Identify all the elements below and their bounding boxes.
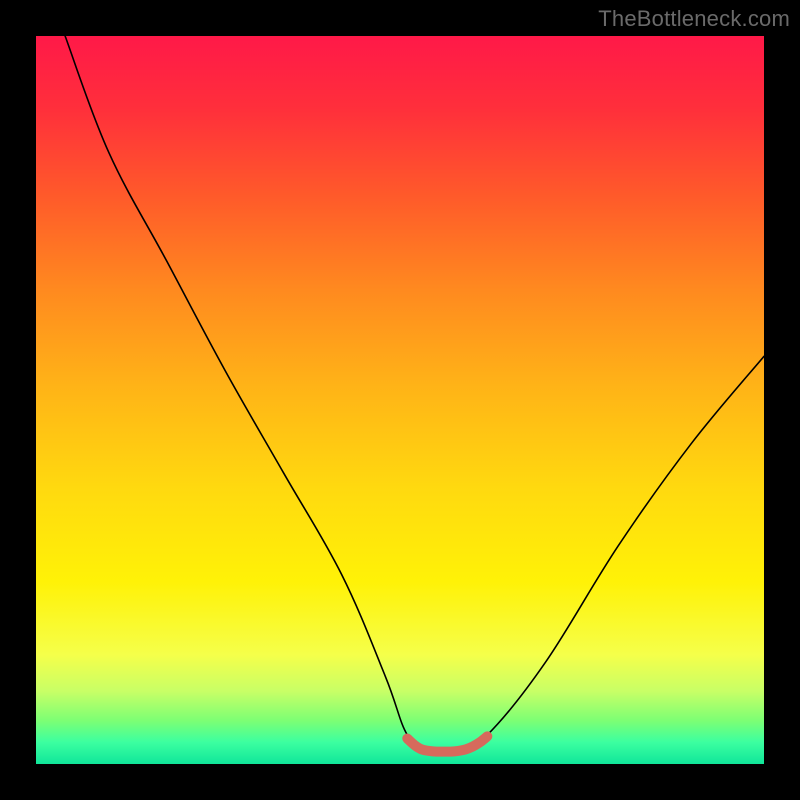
bottom-band-path — [407, 736, 487, 751]
chart-svg — [36, 36, 764, 764]
watermark-label: TheBottleneck.com — [598, 6, 790, 32]
main-curve-path — [65, 36, 764, 751]
chart-frame: TheBottleneck.com — [0, 0, 800, 800]
plot-area — [36, 36, 764, 764]
